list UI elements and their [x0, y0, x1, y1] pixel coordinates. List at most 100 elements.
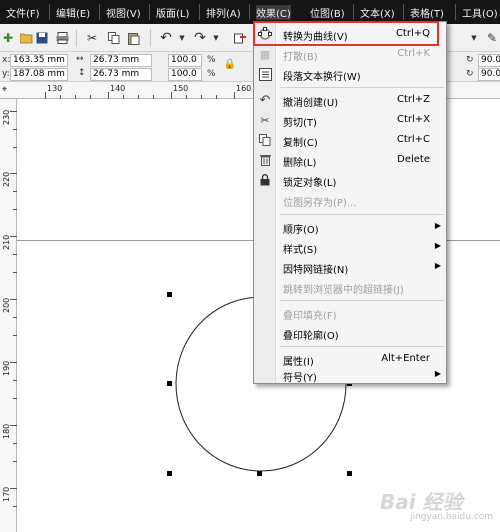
menu-item-label: 撤消创建(U) [283, 98, 339, 109]
chevron-down-icon[interactable]: ▼ [208, 30, 224, 46]
percent-label: % [207, 69, 216, 79]
x-position-field[interactable]: 163.35 mm [10, 54, 68, 67]
ruler-tick-label: 230 [2, 109, 11, 125]
menu-item-label: 叠印填充(F) [283, 311, 337, 322]
save-icon[interactable] [34, 30, 50, 46]
scale-x-field[interactable]: 100.0 [168, 54, 202, 67]
menu-item-save-bitmap-as[interactable]: 位图另存为(P)... [254, 190, 446, 210]
chevron-down-icon[interactable]: ▼ [174, 30, 190, 46]
ruler-tick-label: 190 [2, 360, 11, 376]
menu-item-symbol[interactable]: 符号(Y) ▶ [254, 365, 446, 385]
angle-field-2[interactable]: 90.0 [478, 68, 500, 81]
scale-y-field[interactable]: 100.0 [168, 68, 202, 81]
angle-field-1[interactable]: 90.0 [478, 54, 500, 67]
menu-item-label: 跳转到浏览器中的超链接(J) [283, 285, 404, 296]
submenu-arrow-icon: ▶ [434, 241, 441, 250]
menu-item-internet-links[interactable]: 因特网链接(N) ▶ [254, 257, 446, 277]
break-apart-icon: ▦ [259, 47, 271, 61]
watermark-text: Bai 经验 [380, 490, 463, 514]
menu-item-label: 因特网链接(N) [283, 265, 349, 276]
ruler-ticks [10, 111, 17, 507]
ruler-tick-label: 160 [236, 84, 252, 93]
menu-item-overprint-fill[interactable]: 叠印填充(F) [254, 303, 446, 323]
ruler-origin-icon[interactable]: ⌖ [2, 85, 7, 95]
new-icon[interactable]: ✚ [0, 30, 16, 46]
menu-tools[interactable]: 工具(O) [462, 5, 498, 20]
menu-item-copy[interactable]: 复制(C) Ctrl+C [254, 130, 446, 150]
menu-file[interactable]: 文件(F) [6, 5, 40, 20]
pen-icon[interactable]: ✎ [484, 30, 500, 46]
menu-divider [353, 4, 354, 20]
selection-handle[interactable] [167, 381, 172, 386]
menu-divider [403, 4, 404, 20]
menu-text[interactable]: 文本(X) [360, 5, 395, 20]
width-field[interactable]: 26.73 mm [90, 54, 152, 67]
import-icon[interactable] [232, 30, 248, 46]
menu-item-label: 样式(S) [283, 245, 318, 256]
menu-separator [280, 87, 444, 88]
toolbar-divider [76, 29, 77, 47]
selection-handle[interactable] [167, 471, 172, 476]
highlight-box [253, 21, 439, 46]
menu-item-shortcut: Delete [397, 154, 430, 165]
submenu-arrow-icon: ▶ [434, 261, 441, 270]
menu-item-label: 剪切(T) [283, 118, 317, 129]
menu-edit[interactable]: 编辑(E) [56, 5, 90, 20]
menu-view[interactable]: 视图(V) [106, 5, 141, 20]
context-menu: 转换为曲线(V) Ctrl+Q ▦ 打散(B) Ctrl+K 段落文本换行(W)… [253, 21, 447, 384]
text-wrap-icon [258, 67, 272, 81]
ruler-tick-label: 140 [110, 84, 126, 93]
menu-arrange[interactable]: 排列(A) [206, 5, 241, 20]
menu-layout[interactable]: 版面(L) [156, 5, 189, 20]
lock-ratio-icon[interactable]: 🔒 [222, 56, 238, 72]
cut-icon[interactable]: ✂ [84, 30, 100, 46]
trash-icon [258, 153, 272, 167]
vertical-ruler[interactable]: 230 220 210 200 190 180 170 [0, 99, 17, 532]
selection-handle[interactable] [167, 292, 172, 297]
menu-item-label: 位图另存为(P)... [283, 198, 357, 209]
undo-icon[interactable]: ↶ [158, 30, 174, 46]
menu-item-order[interactable]: 顺序(O) ▶ [254, 217, 446, 237]
menu-item-label: 顺序(O) [283, 225, 319, 236]
selection-handle[interactable] [257, 471, 262, 476]
menu-effects[interactable]: 效果(C) [256, 5, 291, 20]
redo-icon[interactable]: ↷ [192, 30, 208, 46]
ruler-tick-label: 180 [2, 423, 11, 439]
watermark-url: jingyan.baidu.com [410, 512, 494, 522]
y-label: y: [2, 69, 10, 79]
menu-item-shortcut: Ctrl+C [396, 134, 430, 145]
menu-item-jump-to-hyperlink[interactable]: 跳转到浏览器中的超链接(J) [254, 277, 446, 297]
menu-item-shortcut: Ctrl+X [396, 114, 430, 125]
menu-item-label: 符号(Y) [283, 373, 317, 384]
ruler-tick-label: 150 [173, 84, 189, 93]
rotate-icon: ↻ [466, 55, 474, 65]
menu-item-undo-create[interactable]: ↶ 撤消创建(U) Ctrl+Z [254, 90, 446, 110]
menu-item-delete[interactable]: 删除(L) Delete [254, 150, 446, 170]
menu-item-break-apart[interactable]: ▦ 打散(B) Ctrl+K [254, 44, 446, 64]
menu-item-shortcut: Ctrl+K [397, 48, 430, 59]
menu-table[interactable]: 表格(T) [410, 5, 444, 20]
menu-bitmaps[interactable]: 位图(B) [310, 5, 345, 20]
menu-item-paragraph-text-wrap[interactable]: 段落文本换行(W) [254, 64, 446, 84]
menu-item-lock-object[interactable]: 锁定对象(L) [254, 170, 446, 190]
menu-item-cut[interactable]: ✂ 剪切(T) Ctrl+X [254, 110, 446, 130]
menu-item-styles[interactable]: 样式(S) ▶ [254, 237, 446, 257]
paste-icon[interactable] [126, 30, 142, 46]
height-field[interactable]: 26.73 mm [90, 68, 152, 81]
copy-icon[interactable] [106, 30, 122, 46]
menu-divider [199, 4, 200, 20]
ruler-tick-label: 170 [2, 486, 11, 502]
chevron-down-icon[interactable]: ▼ [466, 30, 482, 46]
menu-separator [280, 346, 444, 347]
ruler-tick-label: 210 [2, 234, 11, 250]
watermark-logo: Bai 经验 jingyan.baidu.com [370, 486, 498, 530]
menu-item-overprint-outline[interactable]: 叠印轮廓(O) [254, 323, 446, 343]
selection-handle[interactable] [347, 471, 352, 476]
menu-item-label: 删除(L) [283, 158, 317, 169]
menu-item-label: 复制(C) [283, 138, 318, 149]
height-icon: ↕ [78, 68, 86, 78]
open-icon[interactable] [18, 30, 34, 46]
print-icon[interactable] [54, 30, 70, 46]
menu-item-label: 打散(B) [283, 52, 318, 63]
y-position-field[interactable]: 187.08 mm [10, 68, 68, 81]
